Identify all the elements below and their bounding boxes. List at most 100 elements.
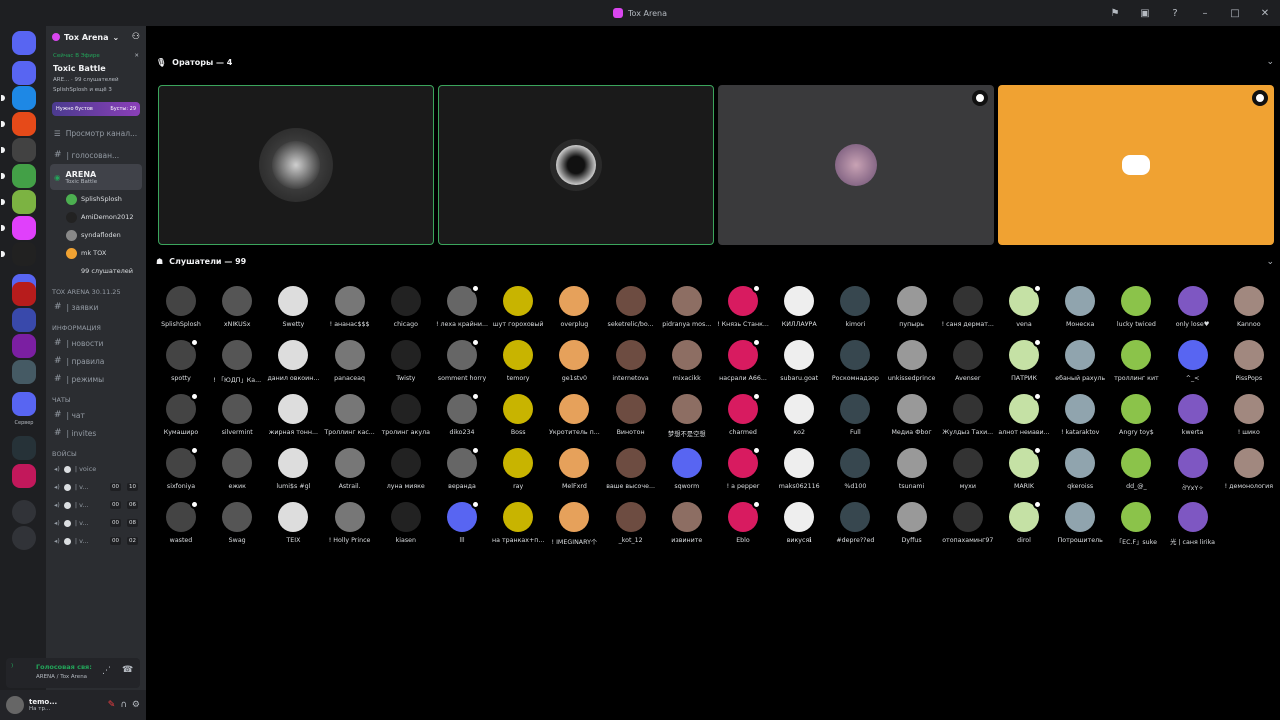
- listener[interactable]: веранда: [434, 446, 490, 490]
- discover-icon[interactable]: [12, 526, 36, 550]
- noise-icon[interactable]: ⋰: [102, 666, 111, 676]
- channel-item[interactable]: # | invites: [46, 424, 146, 442]
- listener[interactable]: Кумаширо: [153, 392, 209, 436]
- screen-icon[interactable]: ▣: [1138, 8, 1152, 19]
- add-server-icon[interactable]: [12, 500, 36, 524]
- server-icon[interactable]: [1, 112, 36, 136]
- listener[interactable]: PissPops: [1221, 340, 1277, 382]
- close-icon[interactable]: ✕: [1258, 8, 1272, 19]
- voice-channel[interactable]: ◂) | voice: [46, 460, 146, 478]
- channel-item[interactable]: # | режимы: [46, 370, 146, 388]
- listener[interactable]: ко2: [771, 394, 827, 436]
- listener[interactable]: ежик: [209, 448, 265, 490]
- listener[interactable]: SplishSplosh: [153, 286, 209, 328]
- listener[interactable]: ! демонология: [1221, 448, 1277, 490]
- close-icon[interactable]: ✕: [134, 53, 139, 59]
- server-icon[interactable]: [1, 164, 36, 188]
- listener[interactable]: луна мияке: [378, 448, 434, 490]
- listener[interactable]: TEIX: [265, 502, 321, 544]
- listener[interactable]: panaceaq: [322, 340, 378, 382]
- listener[interactable]: _kot_12: [603, 502, 659, 544]
- listener[interactable]: dirol: [996, 500, 1052, 544]
- listener[interactable]: ! Князь Станк...: [715, 284, 771, 328]
- channel-item[interactable]: # | новости: [46, 334, 146, 352]
- listener[interactable]: ! IMEGINARY个: [546, 502, 602, 546]
- speaker-tile[interactable]: [438, 85, 714, 245]
- listener[interactable]: Angry toy$: [1108, 394, 1164, 436]
- voice-status-title[interactable]: Голосовая свя:: [36, 663, 92, 671]
- browse-channels[interactable]: ☰ Просмотр канал...: [46, 124, 146, 142]
- category-header[interactable]: ИНФОРМАЦИЯ: [46, 316, 146, 334]
- listener[interactable]: насрали А66...: [715, 338, 771, 382]
- listener[interactable]: Dyffus: [884, 502, 940, 544]
- headphones-icon[interactable]: ∩: [120, 700, 127, 710]
- avatar[interactable]: [6, 696, 24, 714]
- listener[interactable]: pidranya mos...: [659, 286, 715, 328]
- listener[interactable]: пупырь: [884, 286, 940, 328]
- listener[interactable]: ! a pepper: [715, 446, 771, 490]
- server-icon[interactable]: [12, 282, 36, 306]
- listener[interactable]: MARIK: [996, 446, 1052, 490]
- server-icon[interactable]: [12, 436, 36, 460]
- listener[interactable]: ! kataraktov: [1052, 394, 1108, 436]
- listener[interactable]: КИЛЛАУРА: [771, 286, 827, 328]
- server-icon[interactable]: [12, 308, 36, 332]
- speaker-tile[interactable]: [718, 85, 994, 245]
- listener[interactable]: lucky twiced: [1108, 286, 1164, 328]
- listener[interactable]: Boss: [490, 394, 546, 436]
- listener[interactable]: #depre??ed: [827, 502, 883, 544]
- listener[interactable]: 「EC.F」suke: [1108, 502, 1164, 546]
- stage-member[interactable]: syndafloden: [46, 226, 146, 244]
- listener[interactable]: шут гороховый: [490, 286, 546, 328]
- listener[interactable]: Astrail.: [322, 448, 378, 490]
- listener[interactable]: diko234: [434, 392, 490, 436]
- listener[interactable]: MelFxrd: [546, 448, 602, 490]
- listener[interactable]: lll: [434, 500, 490, 544]
- listener[interactable]: ваше высоче...: [603, 448, 659, 490]
- listener[interactable]: dd_@_: [1108, 448, 1164, 490]
- server-icon[interactable]: [1, 86, 36, 110]
- channel-vote[interactable]: # | голосован...: [46, 146, 146, 164]
- channel-item[interactable]: # | правила: [46, 352, 146, 370]
- stage-member[interactable]: SplishSplosh: [46, 190, 146, 208]
- listener[interactable]: overplug: [546, 286, 602, 328]
- server-icon[interactable]: [12, 392, 36, 416]
- listener[interactable]: Роскомнадзор: [827, 340, 883, 382]
- boost-bar[interactable]: Нужно бустов Бусты: 29: [52, 102, 140, 116]
- stage-member[interactable]: mk TOX: [46, 244, 146, 262]
- listener[interactable]: wasted: [153, 500, 209, 544]
- server-icon[interactable]: [1, 138, 36, 162]
- disconnect-icon[interactable]: ☎: [122, 665, 133, 675]
- listener[interactable]: Жулдыз Тахи...: [940, 394, 996, 436]
- listener[interactable]: Kannoo: [1221, 286, 1277, 328]
- live-event-card[interactable]: Сейчас В Эфире ✕ Toxic Battle ARE... · 99…: [50, 50, 142, 96]
- listener[interactable]: ПАТРИК: [996, 338, 1052, 382]
- listener[interactable]: xNIKUSx: [209, 286, 265, 328]
- listener[interactable]: ge1stv0: [546, 340, 602, 382]
- speaker-tile[interactable]: [998, 85, 1274, 245]
- listener[interactable]: Eblo: [715, 500, 771, 544]
- category-header[interactable]: TOX ARENA 30.11.25: [46, 280, 146, 298]
- listener[interactable]: kwerta: [1165, 394, 1221, 436]
- listener[interactable]: ঔYxY✧: [1165, 448, 1221, 494]
- listener[interactable]: vena: [996, 284, 1052, 328]
- invite-icon[interactable]: ⚇: [132, 32, 140, 42]
- listener[interactable]: Укротитель п...: [546, 394, 602, 436]
- listener[interactable]: викусяℹ: [771, 502, 827, 544]
- voice-channel[interactable]: ◂) | v... 00 10: [46, 478, 146, 496]
- listener[interactable]: алнот неиави...: [996, 392, 1052, 436]
- listener[interactable]: spotty: [153, 338, 209, 382]
- listener[interactable]: %d100: [827, 448, 883, 490]
- server-icon[interactable]: [12, 334, 36, 358]
- listener[interactable]: kimori: [827, 286, 883, 328]
- listener[interactable]: на транках+п...: [490, 502, 546, 544]
- listener[interactable]: tsunami: [884, 448, 940, 490]
- listener[interactable]: данил овкоин...: [265, 340, 321, 382]
- server-icon[interactable]: [12, 464, 36, 488]
- listener[interactable]: ! шико: [1221, 394, 1277, 436]
- voice-channel[interactable]: ◂) | v... 00 02: [46, 532, 146, 550]
- listener[interactable]: maks062116: [771, 448, 827, 490]
- channel-item[interactable]: # | чат: [46, 406, 146, 424]
- help-icon[interactable]: ?: [1168, 8, 1182, 19]
- listener[interactable]: 光 | саня lirika: [1165, 502, 1221, 546]
